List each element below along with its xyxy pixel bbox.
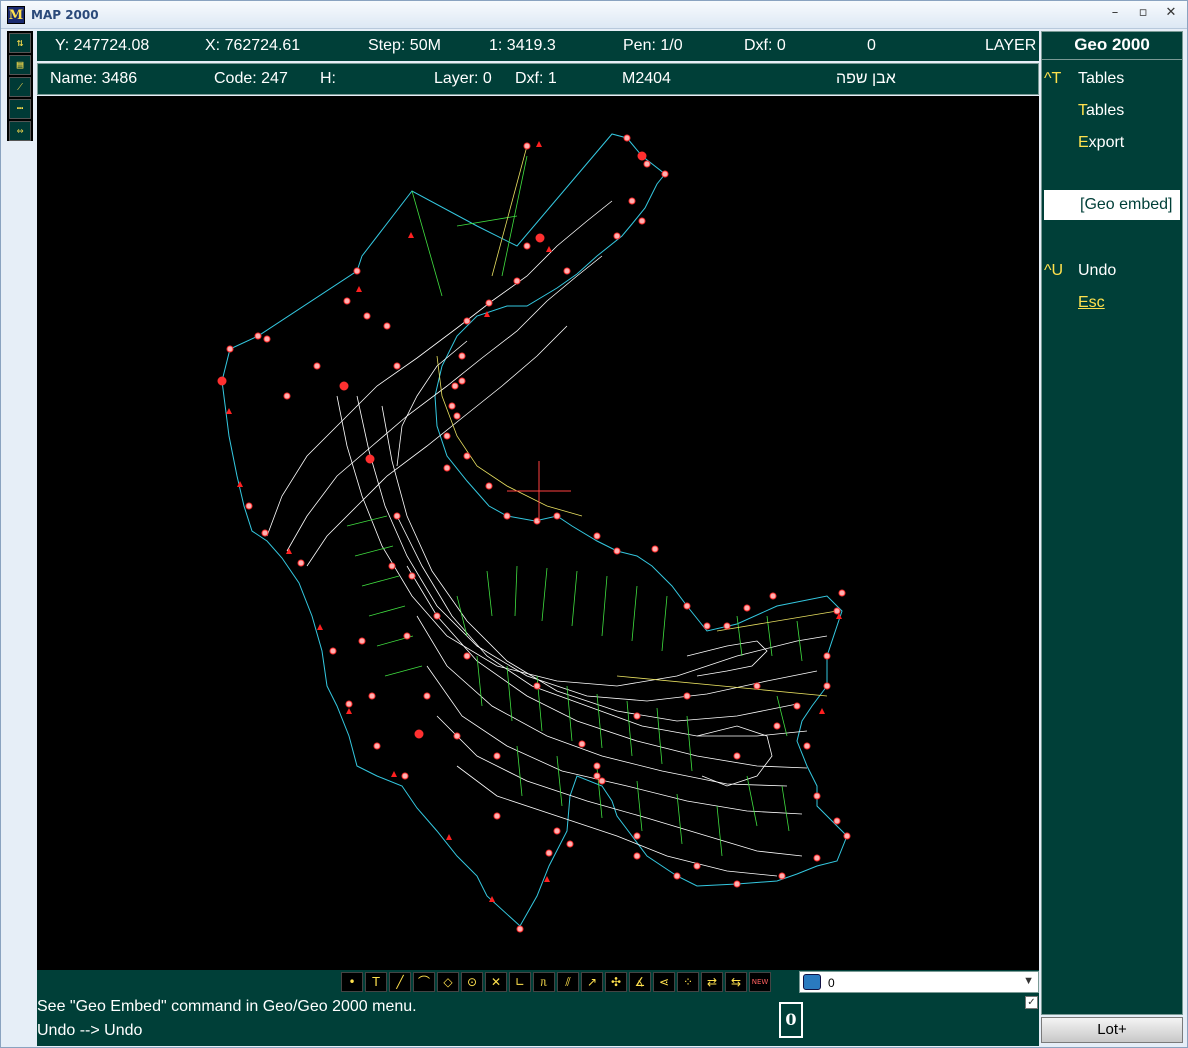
grid-tool-button[interactable]: ⁘ xyxy=(677,972,699,992)
line-tool-button[interactable]: ╱ xyxy=(389,972,411,992)
point-tool-button[interactable]: • xyxy=(341,972,363,992)
gate-tool-button[interactable]: ᥰ xyxy=(533,972,555,992)
object-layer: Layer: 0 xyxy=(434,70,492,87)
message-line-1: See "Geo Embed" command in Geo/Geo 2000 … xyxy=(37,998,417,1015)
menu-item-tables-shortcut[interactable]: ^T Tables xyxy=(1042,64,1182,94)
survey-points xyxy=(217,134,851,933)
mode-value: LAYER xyxy=(985,37,1037,54)
option-checkbox[interactable]: ✓ xyxy=(1025,996,1038,1009)
line-style-icon[interactable]: ⁄ xyxy=(9,77,31,97)
status-bar-object: Name: 3486 Code: 247 H: Layer: 0 Dxf: 1 … xyxy=(37,63,1039,95)
pan-icon[interactable]: ⇔ xyxy=(9,121,31,141)
angle-tool-button[interactable]: ∡ xyxy=(629,972,651,992)
title-bar[interactable]: M MAP 2000 – ▫ ✕ xyxy=(1,1,1187,29)
menu-item-tables[interactable]: Tables xyxy=(1042,96,1182,126)
menu-item-label: Esc xyxy=(1078,294,1105,311)
move-tool-button[interactable]: ✣ xyxy=(605,972,627,992)
diamond-tool-button[interactable]: ◇ xyxy=(437,972,459,992)
arrow-tool-button[interactable]: ↗ xyxy=(581,972,603,992)
shortcut-key: ^T xyxy=(1044,70,1062,87)
chevron-down-icon[interactable]: ▼ xyxy=(1023,975,1034,987)
new-tool-button[interactable]: NEW xyxy=(749,972,771,992)
text-tool-button[interactable]: T xyxy=(365,972,387,992)
window-title: MAP 2000 xyxy=(31,7,99,22)
menu-item-geo-embed[interactable]: [Geo embed] xyxy=(1044,190,1180,220)
dashed-line-icon[interactable]: ┅ xyxy=(9,99,31,119)
status-bar-coordinates: Y: 247724.08 X: 762724.61 Step: 50M 1: 3… xyxy=(37,31,1039,61)
hotkey-letter: T xyxy=(1078,102,1086,119)
layer-dropdown-value: 0 xyxy=(828,976,835,990)
shortcut-key: ^U xyxy=(1044,262,1064,279)
menu-item-esc[interactable]: Esc xyxy=(1042,288,1182,318)
parallel-tool-button[interactable]: ⫽ xyxy=(557,972,579,992)
menu-item-label: Tables xyxy=(1078,70,1125,87)
object-counter: 0 xyxy=(779,1002,803,1038)
up-arrows-icon[interactable]: ⇅ xyxy=(9,33,31,53)
object-height: H: xyxy=(320,70,336,87)
snap-tool-button[interactable]: ⋖ xyxy=(653,972,675,992)
menu-title: Geo 2000 xyxy=(1042,32,1182,60)
parcel-lines xyxy=(346,155,803,857)
layer-icon xyxy=(803,974,821,990)
y-coordinate: Y: 247724.08 xyxy=(55,37,150,54)
join-tool-button[interactable]: ⇄ xyxy=(701,972,723,992)
menu-item-export[interactable]: Export xyxy=(1042,128,1182,158)
menu-item-label: xport xyxy=(1088,134,1125,151)
app-window: M MAP 2000 – ▫ ✕ ⇅ ▤ ⁄ ┅ ⇔ Y: 247724.08 … xyxy=(0,0,1188,1048)
layers-icon[interactable]: ▤ xyxy=(9,55,31,75)
object-name: Name: 3486 xyxy=(50,70,138,87)
contour-lines xyxy=(266,200,828,877)
maximize-icon[interactable]: ▫ xyxy=(1135,5,1151,20)
menu-item-label: [Geo embed] xyxy=(1080,196,1173,213)
left-toolbar: ⇅ ▤ ⁄ ┅ ⇔ xyxy=(7,31,33,141)
geo-menu-panel: Geo 2000 ^T Tables Tables Export [Geo em… xyxy=(1041,31,1183,1015)
step-value: Step: 50M xyxy=(368,37,441,54)
map-drawing xyxy=(217,133,851,933)
message-line-2: Undo --> Undo xyxy=(37,1022,143,1039)
bottom-bar: • T ╱ ⌒ ◇ ⊙ ✕ ∟ ᥰ ⫽ ↗ ✣ ∡ ⋖ ⁘ ⇄ ⇆ NEW See "Geo Embed" com… xyxy=(37,970,1039,1046)
count-value: 0 xyxy=(867,37,876,54)
scale-value: 1: 3419.3 xyxy=(489,37,556,54)
object-code: Code: 247 xyxy=(214,70,288,87)
close-icon[interactable]: ✕ xyxy=(1163,5,1179,20)
arc-tool-button[interactable]: ⌒ xyxy=(413,972,435,992)
lot-plus-button[interactable]: Lot+ xyxy=(1041,1017,1183,1043)
menu-item-undo[interactable]: ^U Undo xyxy=(1042,256,1182,286)
map-id: M2404 xyxy=(622,70,671,87)
cross-tool-button[interactable]: ✕ xyxy=(485,972,507,992)
circle-tool-button[interactable]: ⊙ xyxy=(461,972,483,992)
layer-dropdown[interactable]: 0 ▼ xyxy=(799,971,1039,993)
road-lines xyxy=(436,145,838,697)
minimize-icon[interactable]: – xyxy=(1107,5,1123,20)
hotkey-letter: E xyxy=(1078,134,1089,151)
menu-item-label: Undo xyxy=(1078,262,1117,279)
menu-item-label: ables xyxy=(1086,102,1125,119)
map-canvas[interactable] xyxy=(37,96,1039,970)
app-logo-icon: M xyxy=(7,5,25,24)
x-coordinate: X: 762724.61 xyxy=(205,37,301,54)
cursor-crosshair xyxy=(507,461,571,521)
drawing-toolbar: • T ╱ ⌒ ◇ ⊙ ✕ ∟ ᥰ ⫽ ↗ ✣ ∡ ⋖ ⁘ ⇄ ⇆ NEW xyxy=(341,972,771,994)
dxf-value: Dxf: 0 xyxy=(744,37,786,54)
place-name: אבן שפה xyxy=(836,70,896,87)
object-dxf: Dxf: 1 xyxy=(515,70,557,87)
pen-value: Pen: 1/0 xyxy=(623,37,683,54)
corner-tool-button[interactable]: ∟ xyxy=(509,972,531,992)
split-tool-button[interactable]: ⇆ xyxy=(725,972,747,992)
